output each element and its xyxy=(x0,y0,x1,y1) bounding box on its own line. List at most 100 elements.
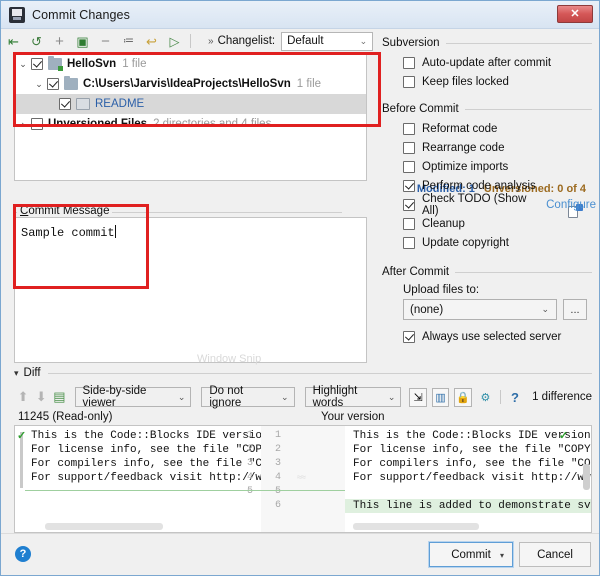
table-row[interactable]: › Unversioned Files 2 directories and 4 … xyxy=(15,114,366,134)
table-row[interactable]: ⌄ HelloSvn 1 file xyxy=(15,54,366,74)
revert-icon[interactable]: ↩ xyxy=(141,31,162,51)
diff-right-code: This is the Code::Blocks IDE version For… xyxy=(353,429,591,485)
row-label: C:\Users\Jarvis\IdeaProjects\HelloSvn xyxy=(83,78,291,90)
checkbox-update-copyright[interactable]: Update copyright xyxy=(403,233,596,252)
chevron-down-icon[interactable]: ▾ xyxy=(500,551,504,560)
checkbox-box[interactable] xyxy=(403,199,415,211)
checkbox-always-use-selected-server[interactable]: Always use selected server xyxy=(403,327,596,346)
row-checkbox[interactable] xyxy=(31,58,43,70)
checkbox-label: Reformat code xyxy=(422,123,497,135)
lock-icon[interactable]: 🔒 xyxy=(454,388,471,407)
checkbox-cleanup[interactable]: Cleanup xyxy=(403,214,596,233)
row-checkbox[interactable] xyxy=(31,118,43,130)
checkbox-box[interactable] xyxy=(403,331,415,343)
delete-icon[interactable]: − xyxy=(95,31,116,51)
accept-change-icon[interactable]: ✓ xyxy=(559,429,568,442)
group-header-after-commit: After Commit xyxy=(382,266,596,278)
checkbox-label: Cleanup xyxy=(422,218,465,230)
configure-link[interactable]: Configure xyxy=(546,199,596,211)
chevron-down-icon: ⌄ xyxy=(281,392,289,403)
collapse-twisty-icon[interactable]: › xyxy=(15,119,31,129)
commit-message-input[interactable]: Sample commit xyxy=(14,217,367,363)
arrow-up-icon[interactable]: ⬆ xyxy=(14,387,32,407)
divider xyxy=(455,272,592,273)
checkbox-rearrange-code[interactable]: Rearrange code xyxy=(403,138,596,157)
diff-left-pane[interactable]: ✓ This is the Code::Blocks IDE versio Fo… xyxy=(15,426,261,532)
expand-chevron-icon[interactable]: » xyxy=(208,36,214,47)
changed-files-tree[interactable]: ⌄ HelloSvn 1 file ⌄ C:\Users\Jarvis\Idea… xyxy=(14,53,367,181)
checkbox-box[interactable] xyxy=(403,123,415,135)
group-header-before-commit: Before Commit xyxy=(382,103,596,115)
show-whitespaces-icon[interactable]: ▥ xyxy=(432,388,449,407)
show-diff-icon[interactable]: ⇤ xyxy=(3,31,24,51)
divider xyxy=(48,373,592,374)
title-bar: Commit Changes ✕ xyxy=(1,1,599,29)
checkbox-box[interactable] xyxy=(403,76,415,88)
table-row[interactable]: README xyxy=(15,94,366,114)
diff-viewer[interactable]: ✓ This is the Code::Blocks IDE versio Fo… xyxy=(14,425,592,533)
checkbox-box[interactable] xyxy=(403,218,415,230)
checkbox-keep-files-locked[interactable]: Keep files locked xyxy=(403,72,596,91)
group-by-icon[interactable]: ≔ xyxy=(118,31,139,51)
row-checkbox[interactable] xyxy=(59,98,71,110)
go-to-change-icon[interactable]: ▤ xyxy=(50,387,68,407)
gear-icon[interactable]: ⚙ xyxy=(477,388,494,407)
checkbox-optimize-imports[interactable]: Optimize imports xyxy=(403,157,596,176)
horizontal-scrollbar[interactable] xyxy=(353,523,479,530)
change-connector-line xyxy=(25,490,261,491)
checkbox-box[interactable] xyxy=(403,180,415,192)
diff-right-pane[interactable]: This is the Code::Blocks IDE version For… xyxy=(345,426,591,532)
commit-button-label: Commit xyxy=(451,549,491,561)
upload-server-dropdown[interactable]: (none) ⌄ xyxy=(403,299,557,320)
diff-right-title: Your version xyxy=(321,411,385,423)
collapse-unchanged-icon[interactable]: ⇲ xyxy=(409,388,426,407)
refresh-icon[interactable]: ↺ xyxy=(26,31,47,51)
row-checkbox[interactable] xyxy=(47,78,59,90)
group-title: Before Commit xyxy=(382,103,459,115)
diff-left-title: 11245 (Read-only) xyxy=(18,411,112,423)
highlight-mode-dropdown[interactable]: Highlight words ⌄ xyxy=(305,387,402,407)
close-button[interactable]: ✕ xyxy=(557,5,593,23)
viewer-mode-dropdown[interactable]: Side-by-side viewer ⌄ xyxy=(75,387,192,407)
add-icon[interactable]: + xyxy=(49,31,70,51)
collapse-triangle-icon[interactable]: ▾ xyxy=(14,368,19,379)
checkbox-label: Always use selected server xyxy=(422,331,561,343)
horizontal-scrollbar[interactable] xyxy=(45,523,163,530)
ignore-mode-value: Do not ignore xyxy=(209,385,276,409)
show-diff-preview-icon[interactable]: ▷ xyxy=(164,31,185,51)
arrow-down-icon[interactable]: ⬇ xyxy=(32,387,50,407)
expand-twisty-icon[interactable]: ⌄ xyxy=(31,79,47,90)
checkbox-label: Update copyright xyxy=(422,237,509,249)
commit-message-label: Commit Message xyxy=(17,205,112,217)
upload-browse-button[interactable]: ... xyxy=(563,299,587,320)
checkbox-check-todo[interactable]: Check TODO (Show All) Configure xyxy=(403,195,596,214)
move-to-changelist-icon[interactable]: ▣ xyxy=(72,31,93,51)
row-detail: 2 directories and 4 files xyxy=(153,118,271,130)
difference-count: 1 difference xyxy=(532,391,592,403)
checkbox-box[interactable] xyxy=(403,142,415,154)
commit-changes-dialog: Commit Changes ✕ ⇤ ↺ + ▣ − ≔ ↩ ▷ » Chang… xyxy=(0,0,600,576)
chevron-down-icon: ⌄ xyxy=(360,36,368,47)
question-icon[interactable]: ? xyxy=(506,387,524,407)
checkbox-box[interactable] xyxy=(403,161,415,173)
help-button[interactable]: ? xyxy=(15,546,31,562)
upload-files-label: Upload files to: xyxy=(403,284,596,296)
checkbox-box[interactable] xyxy=(403,237,415,249)
checkbox-box[interactable] xyxy=(403,57,415,69)
diff-section-header[interactable]: ▾ Diff xyxy=(14,367,592,379)
checkbox-auto-update-after-commit[interactable]: Auto-update after commit xyxy=(403,53,596,72)
file-icon xyxy=(76,98,90,110)
diff-left-code: This is the Code::Blocks IDE versio For … xyxy=(31,429,261,485)
changelist-dropdown[interactable]: Default ⌄ xyxy=(281,32,373,51)
table-row[interactable]: ⌄ C:\Users\Jarvis\IdeaProjects\HelloSvn … xyxy=(15,74,366,94)
divider xyxy=(446,43,592,44)
diff-right-line-numbers: 1 2 3 4 5 6 xyxy=(265,429,281,513)
accept-change-icon[interactable]: ✓ xyxy=(17,429,26,442)
ignore-mode-dropdown[interactable]: Do not ignore ⌄ xyxy=(201,387,294,407)
cancel-button[interactable]: Cancel xyxy=(519,542,591,567)
expand-twisty-icon[interactable]: ⌄ xyxy=(15,59,31,70)
commit-button[interactable]: Commit ▾ xyxy=(429,542,513,567)
vertical-scrollbar[interactable] xyxy=(583,464,590,490)
checkbox-reformat-code[interactable]: Reformat code xyxy=(403,119,596,138)
upload-row: (none) ⌄ ... xyxy=(403,299,596,320)
